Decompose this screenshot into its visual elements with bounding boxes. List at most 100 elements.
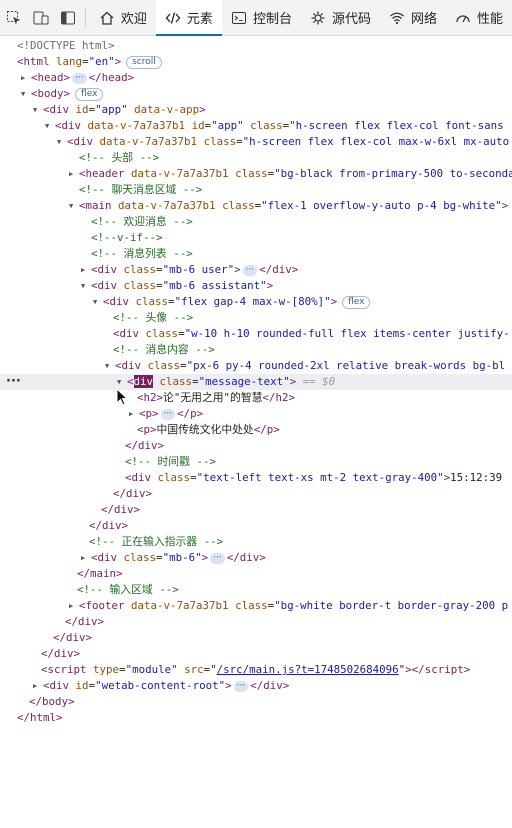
dom-node-div-assistant[interactable]: ▼ <div class="mb-6 assistant">: [0, 278, 512, 294]
dom-node-doctype[interactable]: <!DOCTYPE html>: [0, 38, 512, 54]
expand-arrow-icon[interactable]: ▶: [69, 166, 79, 182]
tag-name: p: [143, 423, 151, 436]
tag-name: main: [90, 567, 117, 580]
dom-node-div-message-text-selected[interactable]: ··· ▼ <div class="message-text"> == $0: [0, 374, 512, 390]
dom-node-body[interactable]: ▼ <body> flex: [0, 86, 512, 102]
attr-name: class: [123, 279, 157, 292]
dom-node-p-collapsed[interactable]: ▶ <p> ··· </p>: [0, 406, 512, 422]
expand-arrow-icon[interactable]: ▶: [21, 70, 31, 86]
comment-text: <!--v-if-->: [91, 231, 163, 244]
collapse-arrow-icon[interactable]: ▼: [105, 358, 115, 374]
collapse-arrow-icon[interactable]: ▼: [93, 294, 103, 310]
dom-node-footer[interactable]: ▶ <footer data-v-7a7a37b1 class="bg-white…: [0, 598, 512, 614]
ellipsis-badge[interactable]: ···: [72, 73, 87, 84]
flex-badge[interactable]: flex: [75, 88, 104, 101]
scroll-badge[interactable]: scroll: [126, 56, 162, 69]
tab-network[interactable]: 网络: [380, 0, 446, 35]
dom-close-div-container[interactable]: </div>: [0, 614, 512, 630]
dom-comment-header[interactable]: <!-- 头部 -->: [0, 150, 512, 166]
comment-text: <!-- 欢迎消息 -->: [91, 215, 193, 228]
tag-name: div: [54, 647, 74, 660]
tag-name: div: [114, 503, 134, 516]
dom-comment-avatar[interactable]: <!-- 头像 -->: [0, 310, 512, 326]
dom-close-body[interactable]: </body>: [0, 694, 512, 710]
tab-elements[interactable]: 元素: [155, 0, 222, 36]
dom-node-script[interactable]: <script type="module" src="/src/main.js?…: [0, 662, 512, 678]
ellipsis-badge[interactable]: ···: [242, 265, 258, 276]
expand-arrow-icon[interactable]: ▶: [81, 550, 91, 566]
dom-close-div-root[interactable]: </div>: [0, 630, 512, 646]
expand-arrow-icon[interactable]: ▶: [69, 598, 79, 614]
ellipsis-badge[interactable]: ···: [210, 553, 225, 564]
dom-node-main[interactable]: ▼ <main data-v-7a7a37b1 class="flex-1 ove…: [0, 198, 512, 214]
device-emulation-icon[interactable]: [27, 0, 54, 35]
collapse-arrow-icon[interactable]: ▼: [69, 198, 79, 214]
tab-console[interactable]: 控制台: [222, 0, 301, 35]
dom-comment-welcome[interactable]: <!-- 欢迎消息 -->: [0, 214, 512, 230]
attr-value: "module": [125, 663, 178, 676]
collapse-arrow-icon[interactable]: ▼: [81, 278, 91, 294]
dom-comment-input[interactable]: <!-- 输入区域 -->: [0, 582, 512, 598]
devtools-toolbar: 欢迎 元素 控制台 源代码 网络 性能: [0, 0, 512, 36]
ellipsis-badge[interactable]: ···: [233, 681, 249, 692]
dom-close-div-message-text[interactable]: </div>: [0, 438, 512, 454]
tag-name: body: [37, 87, 64, 100]
dom-close-html[interactable]: </html>: [0, 710, 512, 726]
attr-name: data-v-7a7a37b1: [87, 119, 186, 132]
tab-performance[interactable]: 性能: [446, 0, 512, 35]
tab-welcome[interactable]: 欢迎: [90, 0, 156, 35]
dom-node-div-wetab[interactable]: ▶ <div id="wetab-content-root"> ··· </div>: [0, 678, 512, 694]
dom-node-div-user[interactable]: ▶ <div class="mb-6 user"> ··· </div>: [0, 262, 512, 278]
tag-name: html: [23, 55, 50, 68]
collapse-arrow-icon[interactable]: ▼: [45, 118, 55, 134]
dom-close-main[interactable]: </main>: [0, 566, 512, 582]
dom-node-header[interactable]: ▶ <header data-v-7a7a37b1 class="bg-black…: [0, 166, 512, 182]
dom-node-div-mb6[interactable]: ▶ <div class="mb-6"> ··· </div>: [0, 550, 512, 566]
more-actions-icon[interactable]: ···: [6, 374, 21, 390]
dom-comment-timestamp[interactable]: <!-- 时间戳 -->: [0, 454, 512, 470]
dom-node-div-root[interactable]: ▼ <div data-v-7a7a37b1 id="app" class="h-…: [0, 118, 512, 134]
script-src-link[interactable]: /src/main.js?t=1748502684096: [217, 663, 399, 676]
dom-close-div-assistant[interactable]: </div>: [0, 518, 512, 534]
dom-node-div-bubble[interactable]: ▼ <div class="px-6 py-4 rounded-2xl relat…: [0, 358, 512, 374]
dom-node-html[interactable]: <html lang="en"> scroll: [0, 54, 512, 70]
dom-comment-typing[interactable]: <!-- 正在输入指示器 -->: [0, 534, 512, 550]
tag-name: head: [37, 71, 64, 84]
dom-node-div-app[interactable]: ▼ <div id="app" data-v-app>: [0, 102, 512, 118]
dom-node-div-container[interactable]: ▼ <div data-v-7a7a37b1 class="h-screen fl…: [0, 134, 512, 150]
inspect-element-icon[interactable]: [0, 0, 27, 35]
attr-name: class: [250, 119, 283, 132]
collapse-arrow-icon[interactable]: ▼: [21, 86, 31, 102]
tag-name: div: [78, 615, 98, 628]
dom-comment-vif[interactable]: <!--v-if-->: [0, 230, 512, 246]
tab-label: 欢迎: [120, 12, 147, 27]
attr-value: "mb-6": [162, 551, 202, 564]
dom-comment-content[interactable]: <!-- 消息内容 -->: [0, 342, 512, 358]
sidebar-toggle-icon[interactable]: [54, 0, 81, 35]
dom-close-div-flex[interactable]: </div>: [0, 502, 512, 518]
dom-node-head[interactable]: ▶ <head> ··· </head>: [0, 70, 512, 86]
dom-comment-message-list[interactable]: <!-- 消息列表 -->: [0, 246, 512, 262]
collapse-arrow-icon[interactable]: ▼: [33, 102, 43, 118]
expand-arrow-icon[interactable]: ▶: [129, 406, 139, 422]
dom-node-div-time[interactable]: <div class="text-left text-xs mt-2 text-…: [0, 470, 512, 486]
flex-badge[interactable]: flex: [342, 296, 371, 309]
dom-node-div-avatar[interactable]: <div class="w-10 h-10 rounded-full flex …: [0, 326, 512, 342]
expand-arrow-icon[interactable]: ▶: [81, 262, 91, 278]
dom-comment-chat-area[interactable]: <!-- 聊天消息区域 -->: [0, 182, 512, 198]
tab-sources[interactable]: 源代码: [301, 0, 380, 35]
dom-node-p[interactable]: <p>中国传统文化中处处</p>: [0, 422, 512, 438]
dom-node-h2[interactable]: <h2>论"无用之用"的智慧</h2>: [0, 390, 512, 406]
tag-name: body: [42, 695, 69, 708]
ellipsis-badge[interactable]: ···: [160, 409, 176, 420]
dom-close-div-app[interactable]: </div>: [0, 646, 512, 662]
attr-name: id: [191, 119, 205, 132]
expand-arrow-icon[interactable]: ▶: [33, 678, 43, 694]
collapse-arrow-icon[interactable]: ▼: [57, 134, 67, 150]
attr-value: "message-text": [198, 375, 290, 388]
dom-close-div-bubble[interactable]: </div>: [0, 486, 512, 502]
dom-node-div-flex[interactable]: ▼ <div class="flex gap-4 max-w-[80%]"> fle…: [0, 294, 512, 310]
tag-name: div: [126, 487, 146, 500]
attr-name: class: [145, 327, 179, 340]
tag-name: div: [272, 263, 292, 276]
